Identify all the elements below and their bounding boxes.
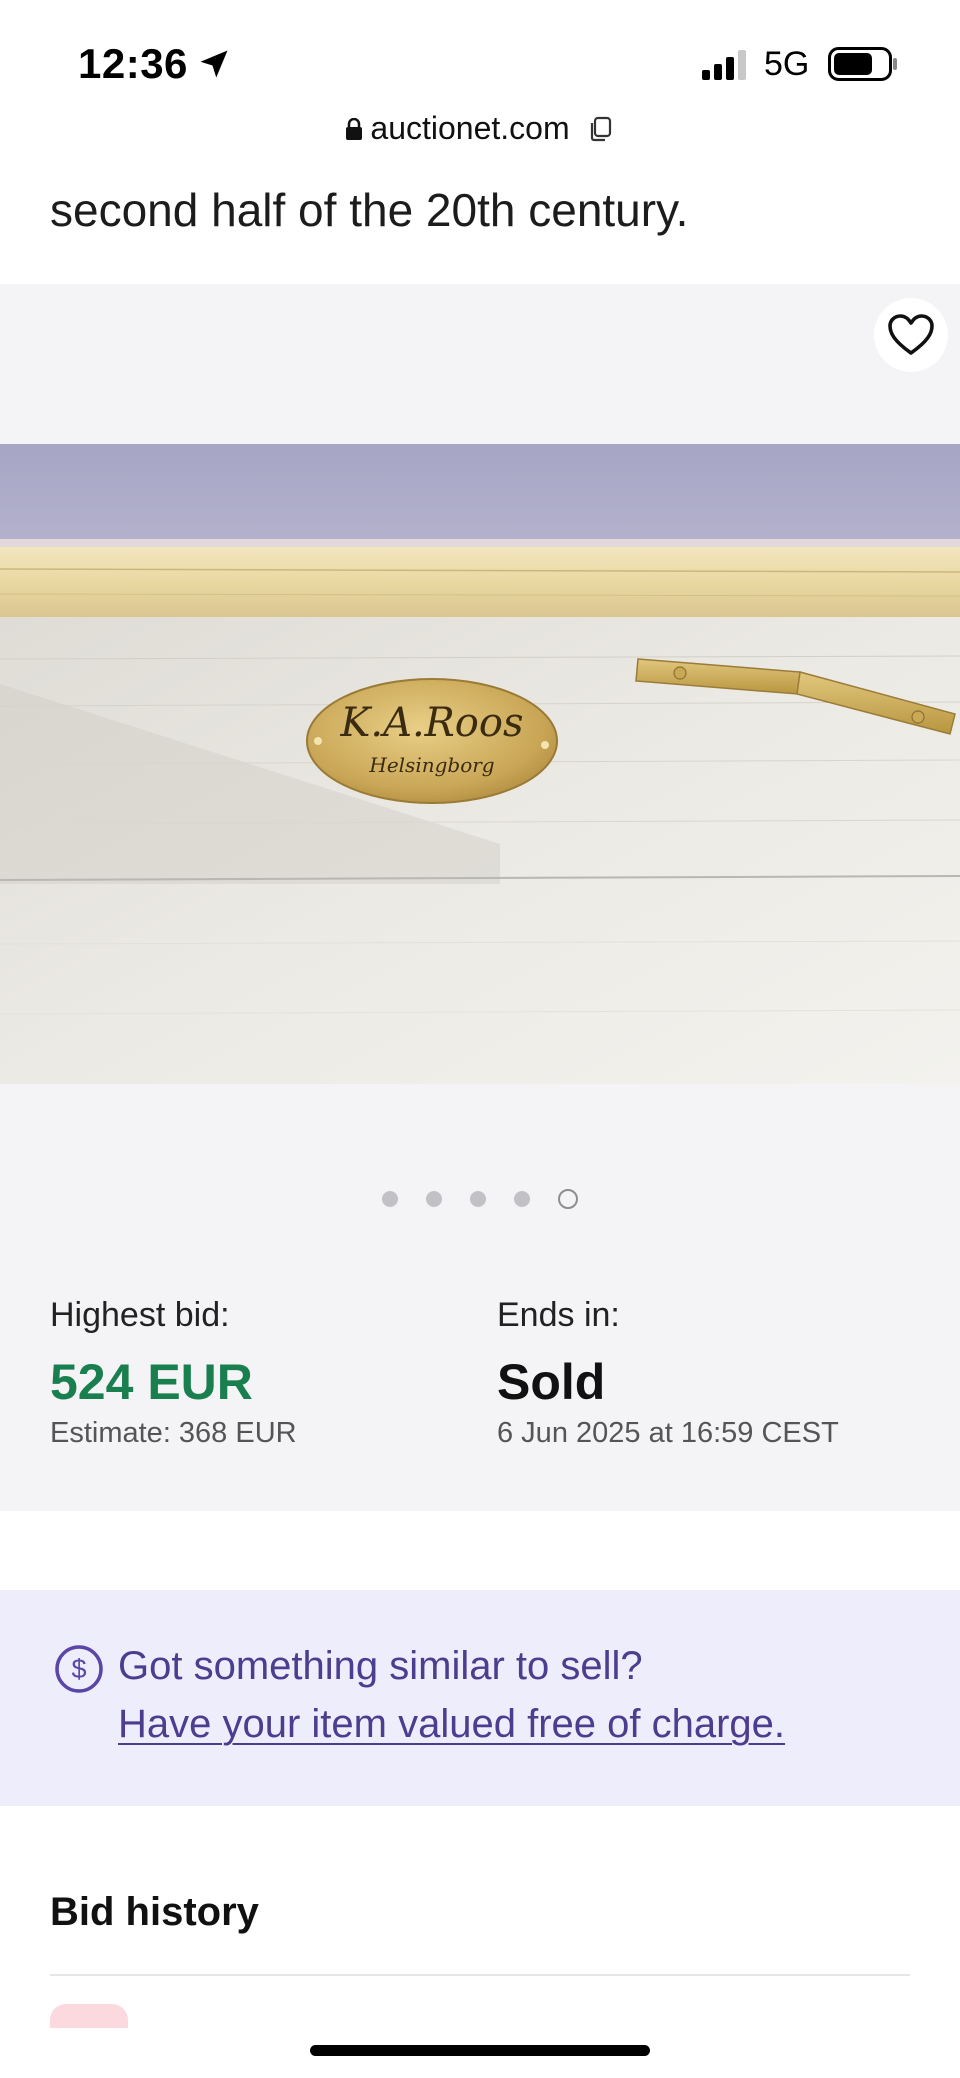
- gallery-pagination[interactable]: [0, 1184, 960, 1214]
- favorite-button[interactable]: [874, 298, 948, 372]
- plaque-city: Helsingborg: [368, 753, 494, 777]
- copy-icon[interactable]: [588, 116, 614, 142]
- plaque-maker-name: K.A.Roos: [339, 700, 523, 746]
- highest-bid-value: 524 EUR: [50, 1354, 253, 1410]
- gallery-dot[interactable]: [470, 1191, 486, 1207]
- bid-history-heading: Bid history: [50, 1890, 259, 1934]
- gallery-dot[interactable]: [514, 1191, 530, 1207]
- estimate-text: Estimate: 368 EUR: [50, 1417, 297, 1449]
- highest-bid-block: Highest bid: 524 EUR Estimate: 368 EUR: [50, 1296, 297, 1450]
- status-bar: 12:36 5G: [0, 0, 960, 120]
- status-time: 12:36: [78, 40, 188, 87]
- url-bar[interactable]: auctionet.com: [0, 110, 960, 160]
- image-gallery[interactable]: K.A.Roos Helsingborg Highest bid: 524 EU…: [0, 284, 960, 1511]
- gallery-dot[interactable]: [382, 1191, 398, 1207]
- end-date-text: 6 Jun 2025 at 16:59 CEST: [497, 1417, 839, 1449]
- gallery-dot[interactable]: [426, 1191, 442, 1207]
- dollar-circle-icon: $: [55, 1645, 103, 1693]
- valuation-link[interactable]: Have your item valued free of charge.: [118, 1702, 785, 1747]
- item-photo[interactable]: K.A.Roos Helsingborg: [0, 444, 960, 1084]
- ends-in-block: Ends in: Sold 6 Jun 2025 at 16:59 CEST: [497, 1296, 839, 1450]
- sell-banner-title: Got something similar to sell?: [118, 1644, 643, 1688]
- highest-bid-label: Highest bid:: [50, 1296, 230, 1334]
- network-label: 5G: [764, 45, 810, 83]
- signal-bars-icon: [702, 50, 746, 80]
- sell-similar-banner: $ Got something similar to sell? Have yo…: [0, 1590, 960, 1806]
- bidder-avatar: [50, 2004, 128, 2028]
- heart-icon: [888, 314, 934, 355]
- ends-in-label: Ends in:: [497, 1296, 620, 1334]
- home-indicator[interactable]: [310, 2045, 650, 2056]
- battery-icon: [828, 47, 897, 81]
- ends-in-value: Sold: [497, 1354, 606, 1410]
- location-arrow-icon: [200, 50, 228, 78]
- lock-icon: [346, 117, 363, 140]
- gallery-dot-active[interactable]: [558, 1189, 578, 1209]
- item-description: second half of the 20th century.: [50, 184, 689, 236]
- svg-text:$: $: [71, 1654, 86, 1684]
- url-text[interactable]: auctionet.com: [370, 110, 569, 147]
- divider: [50, 1974, 910, 1976]
